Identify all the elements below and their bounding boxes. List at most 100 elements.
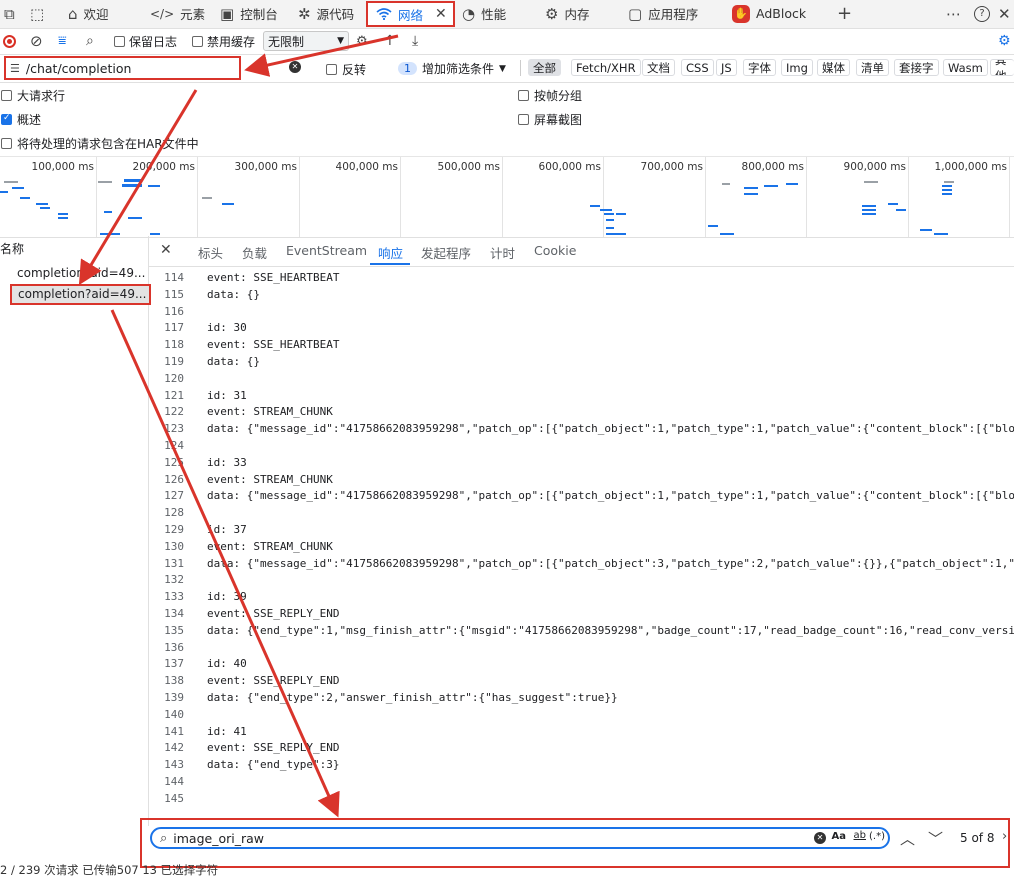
more-filters-button[interactable]: 1 增加筛选条件 ▼	[398, 60, 506, 77]
filter-input-wrapper[interactable]: ☰ /chat/completion	[4, 56, 241, 80]
grid-line	[1009, 157, 1010, 237]
clear-filter-icon[interactable]: ✕	[289, 61, 301, 73]
tab-eventstream[interactable]: EventStream	[286, 243, 367, 258]
record-button[interactable]	[3, 28, 16, 54]
import-har-icon[interactable]: ↑	[384, 28, 396, 54]
settings-gear-icon[interactable]: ⚙	[998, 28, 1011, 54]
help-icon[interactable]: ?	[974, 0, 990, 27]
name-column-header[interactable]: 名称	[0, 240, 24, 257]
tab-sources[interactable]: ✲ 源代码	[298, 0, 354, 27]
tab-console[interactable]: ▣ 控制台	[220, 0, 278, 27]
type-filter-media[interactable]: 媒体	[817, 59, 850, 76]
tab-response[interactable]: 响应	[378, 243, 403, 262]
throttling-select[interactable]: 无限制 ▼	[263, 28, 349, 54]
match-case-button[interactable]: Aa	[832, 831, 847, 842]
regex-button[interactable]: (.*)	[869, 831, 885, 842]
type-filter-doc[interactable]: 文档	[642, 59, 675, 76]
type-filter-img[interactable]: Img	[781, 59, 813, 76]
har-pending-checkbox[interactable]	[1, 138, 12, 149]
tab-payload[interactable]: 负载	[242, 243, 267, 262]
group-by-frame-toggle[interactable]: 按帧分组	[518, 87, 582, 104]
code-line: 136	[148, 640, 184, 657]
tab-performance[interactable]: ◔ 性能	[462, 0, 506, 27]
line-number: 120	[164, 371, 184, 385]
invert-toggle[interactable]: 反转	[326, 61, 366, 78]
big-rows-toggle[interactable]: 大请求行	[1, 87, 65, 104]
code-line: 144	[148, 774, 184, 791]
code-line: 129 id: 37	[148, 522, 247, 539]
timeline-tick: 900,000 ms	[843, 161, 906, 173]
clear-search-icon[interactable]: ✕	[814, 832, 826, 844]
tab-welcome[interactable]: ⌂ 欢迎	[68, 0, 109, 27]
disable-cache-toggle[interactable]: 禁用缓存	[192, 28, 255, 54]
close-icon[interactable]: ✕	[435, 6, 447, 22]
filter-toggle-button[interactable]: ⩸	[58, 28, 67, 54]
type-filter-wasm[interactable]: Wasm	[943, 59, 988, 76]
tab-headers[interactable]: 标头	[198, 243, 223, 262]
line-number: 114	[164, 271, 184, 284]
search-button[interactable]: ⌕	[86, 28, 94, 54]
code-line: 122 event: STREAM_CHUNK	[148, 404, 333, 421]
type-filter-socket[interactable]: 套接字	[894, 59, 939, 76]
grid-line	[400, 157, 401, 237]
overview-checkbox[interactable]	[1, 113, 12, 125]
tab-application[interactable]: ▢ 应用程序	[628, 0, 698, 27]
timeline-tick: 300,000 ms	[234, 161, 297, 173]
type-filter-font[interactable]: 字体	[743, 59, 776, 76]
chevron-right-icon[interactable]: ›	[1002, 829, 1007, 844]
search-icon: ⌕	[86, 33, 94, 49]
tab-elements[interactable]: </> 元素	[150, 0, 205, 27]
line-number: 143	[164, 758, 184, 772]
export-har-icon[interactable]: ⤓	[412, 28, 418, 54]
screenshots-toggle[interactable]: 屏幕截图	[518, 111, 582, 128]
type-filter-other[interactable]: 其他	[990, 59, 1014, 76]
line-number: 128	[164, 506, 184, 520]
line-text: id: 33	[207, 455, 247, 469]
big-rows-checkbox[interactable]	[1, 90, 12, 101]
overview-timeline[interactable]: 100,000 ms 200,000 ms 300,000 ms 400,000…	[0, 156, 1014, 238]
filter-input[interactable]: /chat/completion	[26, 61, 132, 76]
tab-adblock[interactable]: ✋ AdBlock	[732, 0, 806, 27]
tab-network[interactable]: 网络 ✕	[366, 1, 455, 27]
disable-cache-label: 禁用缓存	[207, 34, 256, 49]
previous-match-icon[interactable]: ︿	[900, 828, 915, 849]
tab-network-label: 网络	[398, 7, 424, 23]
disable-cache-checkbox[interactable]	[192, 35, 203, 47]
request-row-selected[interactable]: completion?aid=49...	[10, 284, 151, 305]
screenshots-checkbox[interactable]	[518, 114, 529, 125]
type-filter-fetch-xhr[interactable]: Fetch/XHR	[571, 59, 641, 76]
inspect-icon[interactable]: ⬚	[30, 0, 44, 27]
filter-lines-icon: ☰	[10, 61, 20, 75]
type-filter-manifest[interactable]: 清单	[856, 59, 889, 76]
line-number: 130	[164, 539, 184, 553]
request-row[interactable]: completion?aid=49...	[17, 266, 145, 280]
type-filter-css[interactable]: CSS	[681, 59, 714, 76]
overview-toggle[interactable]: 概述	[1, 111, 41, 128]
network-conditions-icon[interactable]: ⚙	[356, 28, 368, 54]
response-code-view[interactable]: 114 event: SSE_HEARTBEAT 115 data: {} 116 117…	[148, 268, 1014, 816]
line-text: event: SSE_REPLY_END	[207, 674, 340, 688]
preserve-log-toggle[interactable]: 保留日志	[114, 28, 177, 54]
clear-button[interactable]: ⊘	[30, 28, 43, 54]
tab-cookie[interactable]: Cookie	[534, 243, 576, 258]
preserve-log-checkbox[interactable]	[114, 35, 125, 47]
tab-initiator[interactable]: 发起程序	[421, 243, 471, 262]
more-menu-icon[interactable]: ⋯	[946, 0, 961, 27]
line-text: data: {}	[207, 287, 260, 301]
type-filter-all[interactable]: 全部	[528, 59, 561, 76]
tab-timing[interactable]: 计时	[490, 243, 515, 262]
close-devtools-icon[interactable]: ✕	[998, 0, 1011, 27]
code-line: 127 data: {"message_id":"4175866208395929…	[148, 488, 1014, 505]
har-pending-toggle[interactable]: 将待处理的请求包含在HAR文件中	[1, 135, 199, 152]
tab-memory[interactable]: ⚙ 内存	[545, 0, 589, 27]
whole-word-button[interactable]: ab	[854, 830, 866, 841]
search-input-wrapper[interactable]: ⌕ image_ori_raw ✕ Aa ab (.*)	[150, 827, 890, 849]
add-tab-button[interactable]: +	[837, 0, 852, 27]
device-toolbar-icon[interactable]: ⧉	[4, 0, 15, 27]
type-filter-js[interactable]: JS	[716, 59, 737, 76]
invert-checkbox[interactable]	[326, 64, 337, 75]
group-by-frame-checkbox[interactable]	[518, 90, 529, 101]
next-match-icon[interactable]: ﹀	[928, 828, 943, 849]
search-input[interactable]: image_ori_raw	[173, 831, 264, 846]
close-detail-icon[interactable]: ✕	[160, 242, 172, 258]
